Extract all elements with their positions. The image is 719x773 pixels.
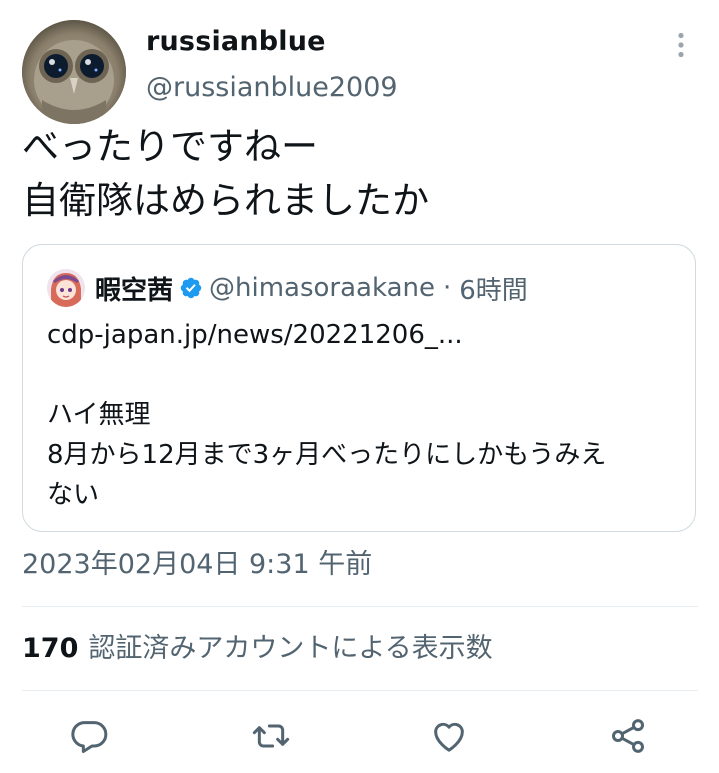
quoted-author-name: 暇空茜 (95, 275, 174, 306)
retweet-button[interactable] (247, 712, 295, 760)
reply-button[interactable] (66, 712, 114, 760)
author-avatar[interactable] (22, 20, 126, 124)
quoted-author-avatar (47, 269, 85, 307)
quoted-tweet-line: ハイ無理 (47, 400, 151, 430)
more-options-button[interactable] (664, 28, 698, 62)
like-icon (434, 722, 464, 752)
quoted-author-handle: @himasoraakane (209, 273, 435, 303)
like-button[interactable] (425, 712, 473, 760)
tweet-timestamp[interactable]: 2023年02月04日 9:31 午前 (22, 546, 372, 584)
tweet-text-line: 自衛隊はめられましたか (22, 179, 429, 222)
share-icon (611, 719, 645, 753)
view-count-row: 170 認証済みアカウントによる表示数 (22, 630, 493, 668)
share-button[interactable] (604, 712, 652, 760)
quoted-tweet-line: ない (47, 480, 100, 510)
more-vertical-icon (678, 32, 684, 58)
reply-icon (71, 721, 108, 753)
retweet-icon (252, 724, 290, 748)
quoted-tweet-header: 暇空茜 @himasoraakane · 6時間 (95, 269, 528, 307)
view-count: 170 (22, 633, 79, 664)
quoted-tweet-time: 6時間 (459, 275, 528, 306)
tweet-text: べったりですねー 自衛隊はめられましたか (22, 120, 702, 228)
quoted-tweet-link[interactable]: cdp-japan.jp/news/20221206_... (47, 315, 677, 355)
quoted-tweet-card[interactable]: 暇空茜 @himasoraakane · 6時間 cdp-japan.jp/ne… (22, 244, 696, 532)
quoted-tweet-body: cdp-japan.jp/news/20221206_... ハイ無理 8月から… (47, 315, 677, 515)
anime-avatar-icon (47, 269, 85, 307)
tweet-text-line: べったりですねー (22, 125, 318, 168)
view-count-label: 認証済みアカウントによる表示数 (88, 633, 493, 664)
owl-avatar-icon (22, 20, 126, 124)
quoted-tweet-line: 8月から12月まで3ヶ月べったりにしかもうみえ (47, 440, 607, 470)
quoted-tweet-blank-line (47, 355, 677, 395)
author-handle[interactable]: @russianblue2009 (146, 70, 398, 106)
verified-badge-icon (179, 276, 203, 300)
divider (22, 690, 698, 691)
author-display-name[interactable]: russianblue (146, 24, 326, 60)
action-bar (0, 712, 719, 760)
divider (22, 606, 698, 607)
header-separator: · (443, 273, 452, 303)
